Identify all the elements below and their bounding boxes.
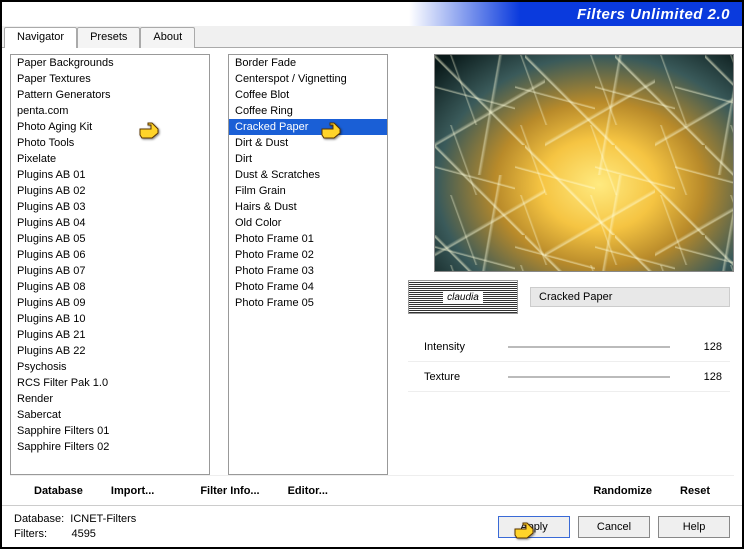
category-item[interactable]: Plugins AB 01 — [11, 167, 209, 183]
reset-button[interactable]: Reset — [666, 481, 724, 501]
filter-item[interactable]: Photo Frame 02 — [229, 247, 387, 263]
category-item[interactable]: Paper Backgrounds — [11, 55, 209, 71]
apply-button[interactable]: Apply — [498, 516, 570, 538]
parameter-rows: Intensity 128 Texture 128 — [408, 332, 734, 392]
category-list[interactable]: Paper BackgroundsPaper TexturesPattern G… — [10, 54, 210, 475]
category-item[interactable]: Plugins AB 22 — [11, 343, 209, 359]
category-item[interactable]: penta.com — [11, 103, 209, 119]
help-button[interactable]: Help — [658, 516, 730, 538]
category-item[interactable]: Render — [11, 391, 209, 407]
category-item[interactable]: Plugins AB 07 — [11, 263, 209, 279]
filter-column: Border FadeCenterspot / VignettingCoffee… — [228, 54, 388, 475]
filter-item[interactable]: Photo Frame 03 — [229, 263, 387, 279]
filter-info-button[interactable]: Filter Info... — [186, 481, 273, 501]
param-label: Texture — [408, 371, 488, 383]
filter-item[interactable]: Border Fade — [229, 55, 387, 71]
category-item[interactable]: Plugins AB 09 — [11, 295, 209, 311]
filter-item[interactable]: Photo Frame 01 — [229, 231, 387, 247]
category-item[interactable]: Plugins AB 03 — [11, 199, 209, 215]
category-item[interactable]: Photo Tools — [11, 135, 209, 151]
param-value: 128 — [690, 341, 730, 353]
category-item[interactable]: Sabercat — [11, 407, 209, 423]
param-row: Texture 128 — [408, 362, 730, 392]
import-button[interactable]: Import... — [97, 481, 168, 501]
filter-list[interactable]: Border FadeCenterspot / VignettingCoffee… — [228, 54, 388, 475]
randomize-button[interactable]: Randomize — [579, 481, 666, 501]
category-item[interactable]: Paper Textures — [11, 71, 209, 87]
param-header: claudia Cracked Paper — [408, 280, 734, 314]
preview-image — [434, 54, 734, 272]
param-value: 128 — [690, 371, 730, 383]
tab-strip: Navigator Presets About — [2, 26, 742, 48]
category-item[interactable]: Plugins AB 04 — [11, 215, 209, 231]
category-item[interactable]: Plugins AB 06 — [11, 247, 209, 263]
filter-item[interactable]: Old Color — [229, 215, 387, 231]
param-slider[interactable] — [508, 376, 670, 378]
category-item[interactable]: Sapphire Filters 02 — [11, 439, 209, 455]
filter-item[interactable]: Coffee Blot — [229, 87, 387, 103]
category-item[interactable]: Plugins AB 08 — [11, 279, 209, 295]
filter-item[interactable]: Centerspot / Vignetting — [229, 71, 387, 87]
filter-item[interactable]: Dirt — [229, 151, 387, 167]
filter-item[interactable]: Hairs & Dust — [229, 199, 387, 215]
category-item[interactable]: Plugins AB 02 — [11, 183, 209, 199]
filter-item[interactable]: Cracked Paper — [229, 119, 387, 135]
filter-item[interactable]: Dust & Scratches — [229, 167, 387, 183]
main-area: Paper BackgroundsPaper TexturesPattern G… — [2, 48, 742, 475]
category-item[interactable]: Pixelate — [11, 151, 209, 167]
footer-buttons: Apply Cancel Help — [498, 516, 730, 538]
category-item[interactable]: RCS Filter Pak 1.0 — [11, 375, 209, 391]
category-item[interactable]: Plugins AB 05 — [11, 231, 209, 247]
preview-column: claudia Cracked Paper Intensity128Textur… — [408, 54, 734, 475]
tab-presets[interactable]: Presets — [77, 27, 140, 48]
category-item[interactable]: Plugins AB 10 — [11, 311, 209, 327]
tab-about[interactable]: About — [140, 27, 195, 48]
tab-navigator[interactable]: Navigator — [4, 27, 77, 48]
filter-item[interactable]: Photo Frame 04 — [229, 279, 387, 295]
category-item[interactable]: Photo Aging Kit — [11, 119, 209, 135]
param-row: Intensity 128 — [408, 332, 730, 362]
category-column: Paper BackgroundsPaper TexturesPattern G… — [10, 54, 210, 475]
author-logo: claudia — [408, 280, 518, 314]
status-info: Database: ICNET-Filters Filters: 4595 — [14, 512, 136, 542]
category-item[interactable]: Pattern Generators — [11, 87, 209, 103]
editor-button[interactable]: Editor... — [274, 481, 342, 501]
filter-item[interactable]: Coffee Ring — [229, 103, 387, 119]
param-label: Intensity — [408, 341, 488, 353]
filter-item[interactable]: Photo Frame 05 — [229, 295, 387, 311]
category-item[interactable]: Sapphire Filters 01 — [11, 423, 209, 439]
current-filter-name: Cracked Paper — [530, 287, 730, 307]
param-slider[interactable] — [508, 346, 670, 348]
cancel-button[interactable]: Cancel — [578, 516, 650, 538]
toolbar-row: Database Import... Filter Info... Editor… — [10, 475, 734, 505]
category-item[interactable]: Psychosis — [11, 359, 209, 375]
category-item[interactable]: Plugins AB 21 — [11, 327, 209, 343]
database-button[interactable]: Database — [20, 481, 97, 501]
filter-item[interactable]: Dirt & Dust — [229, 135, 387, 151]
filter-item[interactable]: Film Grain — [229, 183, 387, 199]
title-bar: Filters Unlimited 2.0 — [2, 2, 742, 26]
status-bar: Database: ICNET-Filters Filters: 4595 Ap… — [2, 505, 742, 547]
app-title: Filters Unlimited 2.0 — [577, 6, 730, 23]
